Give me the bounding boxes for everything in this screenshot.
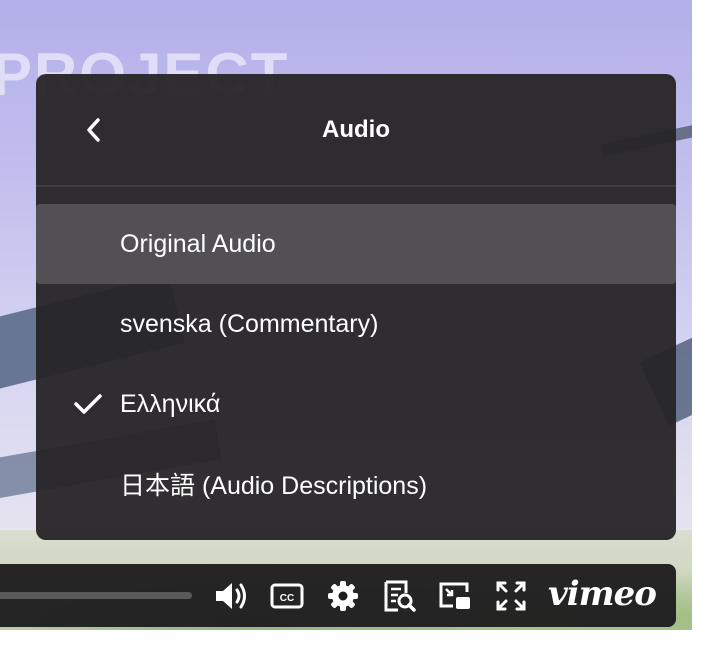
captions-button[interactable]: CC	[268, 577, 306, 615]
video-frame[interactable]: PROJECT Audio Original Audio svenska (Co…	[0, 0, 692, 630]
audio-option-label: Original Audio	[120, 229, 276, 258]
svg-text:CC: CC	[280, 593, 294, 604]
volume-button[interactable]	[212, 577, 250, 615]
transcript-button[interactable]	[380, 577, 418, 615]
player-controls-bar: CC vimeo	[0, 564, 676, 627]
checkmark-icon	[72, 390, 104, 418]
transcript-icon	[384, 580, 416, 612]
picture-in-picture-icon	[439, 582, 470, 609]
settings-button[interactable]	[324, 577, 362, 615]
fullscreen-icon	[496, 581, 526, 611]
fullscreen-button[interactable]	[492, 577, 530, 615]
settings-gear-icon	[328, 581, 358, 611]
closed-captions-icon: CC	[270, 583, 304, 609]
audio-track-list: Original Audio svenska (Commentary) Ελλη…	[36, 204, 676, 524]
audio-menu-title: Audio	[322, 116, 390, 143]
audio-option-original[interactable]: Original Audio	[36, 204, 676, 284]
audio-option-svenska[interactable]: svenska (Commentary)	[36, 284, 676, 364]
audio-option-label: 日本語 (Audio Descriptions)	[120, 472, 428, 500]
picture-in-picture-button[interactable]	[436, 577, 474, 615]
audio-option-label: svenska (Commentary)	[120, 309, 379, 338]
audio-menu: Audio Original Audio svenska (Commentary…	[36, 74, 676, 540]
volume-icon	[216, 583, 246, 609]
audio-option-label: Ελληνικά	[120, 389, 221, 418]
progress-bar[interactable]	[0, 592, 192, 599]
audio-menu-header: Audio	[36, 74, 676, 187]
audio-option-greek[interactable]: Ελληνικά	[36, 364, 676, 444]
vimeo-logo[interactable]: vimeo	[548, 574, 657, 614]
audio-option-japanese[interactable]: 日本語 (Audio Descriptions)	[36, 444, 676, 524]
